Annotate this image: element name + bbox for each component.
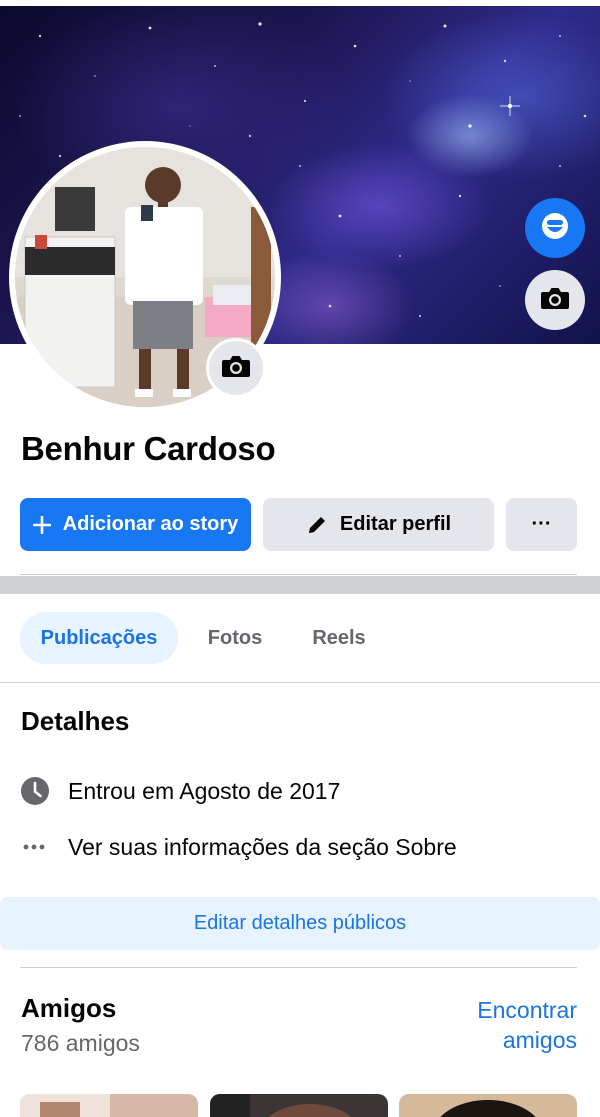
divider xyxy=(0,682,600,683)
tab-publicacoes[interactable]: Publicações xyxy=(20,612,178,664)
edit-profile-button[interactable]: Editar perfil xyxy=(263,498,494,551)
avatar-icon xyxy=(539,210,571,247)
about-row[interactable]: Ver suas informações da seção Sobre xyxy=(20,831,457,863)
edit-public-details-button[interactable]: Editar detalhes públicos xyxy=(0,897,600,950)
friends-heading: Amigos xyxy=(21,993,117,1023)
more-dots-icon xyxy=(20,831,52,863)
divider xyxy=(20,967,577,968)
edit-public-details-label: Editar detalhes públicos xyxy=(193,912,407,934)
add-to-story-label: Adicionar ao story xyxy=(62,513,239,535)
edit-profile-picture-button[interactable] xyxy=(206,338,266,398)
clock-icon xyxy=(20,775,52,807)
friends-count: 786 amigos xyxy=(21,1030,140,1056)
friend-thumbnail[interactable] xyxy=(20,1094,198,1117)
friend-photo xyxy=(399,1094,577,1117)
friend-thumbnail[interactable] xyxy=(399,1094,577,1117)
more-options-button[interactable]: ··· xyxy=(506,498,577,551)
tab-label: Reels xyxy=(312,626,366,649)
about-link-text: Ver suas informações da seção Sobre xyxy=(68,833,457,860)
tab-reels[interactable]: Reels xyxy=(296,612,382,664)
edit-profile-label: Editar perfil xyxy=(339,513,452,535)
plus-icon xyxy=(32,515,51,534)
divider xyxy=(20,574,577,575)
joined-row: Entrou em Agosto de 2017 xyxy=(20,775,340,807)
friend-photo xyxy=(210,1094,388,1117)
friend-thumbnail[interactable] xyxy=(210,1094,388,1117)
edit-cover-button[interactable] xyxy=(525,270,585,330)
find-friends-link[interactable]: Encontrar amigos xyxy=(437,995,577,1055)
details-heading: Detalhes xyxy=(21,706,130,736)
camera-icon xyxy=(221,353,251,384)
section-divider xyxy=(0,576,600,594)
joined-text: Entrou em Agosto de 2017 xyxy=(68,777,341,804)
profile-name: Benhur Cardoso xyxy=(21,430,276,467)
more-dots-icon: ··· xyxy=(531,513,552,535)
pencil-icon xyxy=(306,514,328,536)
tab-fotos[interactable]: Fotos xyxy=(192,612,278,664)
camera-icon xyxy=(540,285,570,316)
tab-label: Publicações xyxy=(40,626,158,649)
tab-label: Fotos xyxy=(207,626,263,649)
avatar-button[interactable] xyxy=(525,198,585,258)
friend-photo xyxy=(20,1094,198,1117)
add-to-story-button[interactable]: Adicionar ao story xyxy=(20,498,251,551)
